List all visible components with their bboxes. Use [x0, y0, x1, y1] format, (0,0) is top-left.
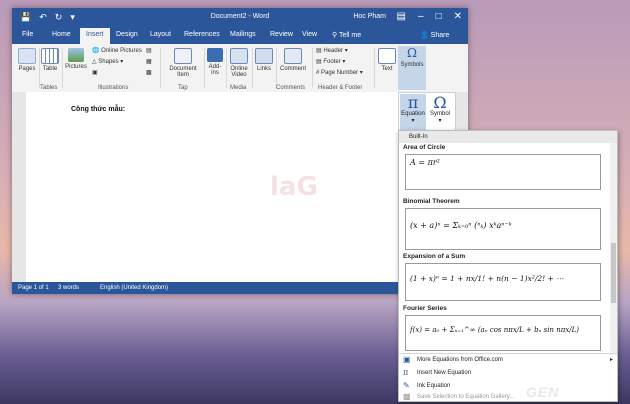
- text-box-icon: [378, 48, 396, 64]
- gallery-scrollbar[interactable]: [610, 143, 617, 355]
- symbol-button[interactable]: Ω Symbol ▾: [427, 94, 453, 130]
- tab-home[interactable]: Home: [52, 31, 71, 38]
- links-button[interactable]: Links: [255, 48, 273, 72]
- close-icon[interactable]: ✕: [454, 11, 462, 22]
- chevron-down-icon: ▾: [411, 118, 415, 124]
- divider: [62, 48, 63, 88]
- chevron-right-icon: ▸: [609, 357, 613, 363]
- equation-gallery: Built-In Area of Circle A = πr² Binomial…: [398, 130, 618, 402]
- pi-icon: π: [407, 93, 419, 112]
- divider: [312, 48, 313, 88]
- omega-icon: Ω: [407, 46, 417, 60]
- chevron-down-icon: ▾: [438, 118, 442, 124]
- watermark-text: GEN: [526, 384, 560, 400]
- online-video-button[interactable]: Online Video: [228, 48, 250, 78]
- pages-button[interactable]: Pages: [16, 48, 38, 72]
- save-gallery-icon: ▩: [403, 392, 411, 401]
- user-name[interactable]: Hoc Pham: [353, 13, 386, 20]
- addins-button[interactable]: Add-ins: [206, 48, 224, 76]
- addins-icon: [207, 48, 223, 62]
- table-icon: [41, 48, 59, 64]
- symbols-dropdown: π Equation ▾ Ω Symbol ▾: [398, 92, 456, 132]
- comment-button[interactable]: Comment: [278, 48, 308, 72]
- divider: [374, 48, 375, 88]
- watermark-logo: laG: [270, 172, 318, 202]
- scrollbar-thumb[interactable]: [611, 243, 616, 303]
- equation-item-binomial-theorem[interactable]: Binomial Theorem (x + a)ⁿ = Σₖ₌₀ⁿ (ⁿₖ) x…: [399, 198, 609, 250]
- group-header-footer: Header & Footer: [318, 85, 363, 91]
- screenshot-icon[interactable]: ▩: [146, 69, 152, 76]
- tab-references[interactable]: References: [184, 31, 220, 38]
- shapes-button[interactable]: △ Shapes ▾: [92, 58, 123, 65]
- document-item-icon: [174, 48, 192, 64]
- smartart-icon[interactable]: ▣: [92, 69, 98, 76]
- store-icon[interactable]: ▦: [146, 58, 152, 65]
- divider: [160, 48, 161, 88]
- language-indicator[interactable]: English (United Kingdom): [100, 285, 168, 291]
- group-comments: Comments: [276, 85, 306, 91]
- group-tables: Tables: [40, 85, 58, 91]
- equation-item-fourier-series[interactable]: Fourier Series f(x) = a₀ + Σₙ₌₁^∞ (aₙ co…: [399, 305, 609, 351]
- tab-review[interactable]: Review: [270, 31, 293, 38]
- window-controls: ▤ – □ ✕: [397, 11, 462, 22]
- tab-view[interactable]: View: [302, 31, 317, 38]
- page-number-button[interactable]: # Page Number ▾: [316, 69, 363, 76]
- online-pictures-button[interactable]: 🌐 Online Pictures: [92, 47, 142, 54]
- ribbon-tabs: File Home Insert Design Layout Reference…: [12, 28, 468, 44]
- equation-preview[interactable]: (1 + x)ⁿ = 1 + nx/1! + n(n − 1)x²/2! + ⋯: [405, 263, 601, 301]
- video-icon: [230, 48, 248, 64]
- pages-icon: [18, 48, 36, 64]
- tab-insert[interactable]: Insert: [80, 28, 110, 44]
- divider: [226, 48, 227, 88]
- symbols-button[interactable]: Ω Symbols: [398, 46, 426, 90]
- equation-item-area-of-circle[interactable]: Area of Circle A = πr²: [399, 144, 609, 190]
- tell-me-box[interactable]: ⚲ Tell me: [332, 31, 361, 39]
- share-label: Share: [430, 32, 450, 39]
- more-equations-menu-item[interactable]: ▣ More Equations from Office.com ▸: [399, 354, 617, 367]
- title-bar: 💾 ↶ ↻ ▾ Document2 - Word Hoc Pham ▤ – □ …: [12, 8, 468, 28]
- group-illustrations: Illustrations: [98, 85, 129, 91]
- document-item-button[interactable]: Document Item: [164, 48, 202, 78]
- equation-preview[interactable]: A = πr²: [405, 154, 601, 190]
- office-equation-icon: ▣: [403, 355, 411, 364]
- page-count[interactable]: Page 1 of 1: [18, 285, 49, 291]
- pictures-button[interactable]: Pictures: [64, 48, 88, 70]
- group-media: Media: [230, 85, 247, 91]
- ribbon-display-icon[interactable]: ▤: [397, 11, 406, 22]
- minimize-icon[interactable]: –: [418, 11, 424, 22]
- tab-layout[interactable]: Layout: [150, 31, 171, 38]
- comment-icon: [284, 48, 302, 64]
- maximize-icon[interactable]: □: [436, 11, 442, 22]
- group-tap: Tap: [178, 85, 188, 91]
- tab-mailings[interactable]: Mailings: [230, 31, 256, 38]
- word-count[interactable]: 3 words: [58, 285, 79, 291]
- equation-button[interactable]: π Equation ▾: [400, 94, 426, 130]
- ink-equation-icon: ✎: [403, 381, 410, 390]
- gallery-header: Built-In: [399, 131, 617, 143]
- divider: [252, 48, 253, 88]
- footer-button[interactable]: ▤ Footer ▾: [316, 58, 345, 65]
- ribbon-insert: Pages Table Tables Pictures 🌐 Online Pic…: [12, 44, 468, 93]
- divider: [276, 48, 277, 88]
- omega-icon: Ω: [433, 93, 447, 112]
- divider: [204, 48, 205, 88]
- document-page[interactable]: Công thức mẫu:: [26, 92, 456, 282]
- table-button[interactable]: Table: [40, 48, 60, 72]
- chart-icon[interactable]: ▤: [146, 47, 152, 54]
- insert-new-equation-menu-item[interactable]: π Insert New Equation: [399, 367, 617, 380]
- tab-design[interactable]: Design: [116, 31, 138, 38]
- equation-item-expansion-of-sum[interactable]: Expansion of a Sum (1 + x)ⁿ = 1 + nx/1! …: [399, 253, 609, 301]
- pi-icon: π: [403, 368, 409, 377]
- save-to-gallery-menu-item[interactable]: ▩ Save Selection to Equation Gallery...: [399, 391, 617, 404]
- header-button[interactable]: ▤ Header ▾: [316, 47, 348, 54]
- share-button[interactable]: 👤 Share: [420, 31, 449, 39]
- document-text[interactable]: Công thức mẫu:: [71, 106, 125, 113]
- link-icon: [255, 48, 273, 64]
- picture-icon: [68, 48, 84, 62]
- equation-preview[interactable]: f(x) = a₀ + Σₙ₌₁^∞ (aₙ cos nπx/L + bₙ si…: [405, 315, 601, 351]
- text-button[interactable]: Text: [378, 48, 396, 72]
- tab-file[interactable]: File: [22, 31, 33, 38]
- tell-me-label: Tell me: [338, 32, 362, 39]
- equation-preview[interactable]: (x + a)ⁿ = Σₖ₌₀ⁿ (ⁿₖ) xᵏaⁿ⁻ᵏ: [405, 208, 601, 250]
